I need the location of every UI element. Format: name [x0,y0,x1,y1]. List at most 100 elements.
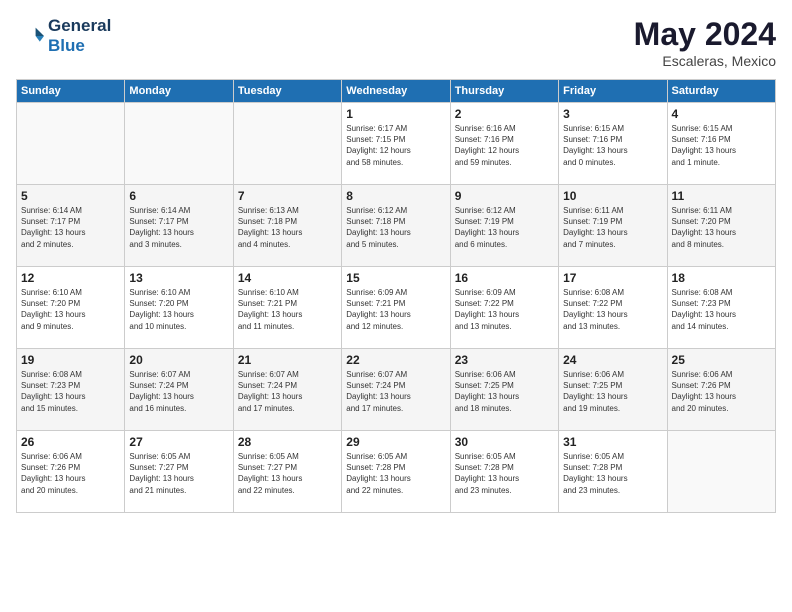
day-number: 8 [346,189,445,203]
calendar-cell: 17Sunrise: 6:08 AM Sunset: 7:22 PM Dayli… [559,267,667,349]
day-info: Sunrise: 6:08 AM Sunset: 7:23 PM Dayligh… [21,369,120,414]
calendar-cell: 27 Sunrise: 6:05 AM Sunset: 7:27 PM Dayli… [125,431,233,513]
calendar-cell [233,103,341,185]
calendar-cell: 13Sunrise: 6:10 AM Sunset: 7:20 PM Dayli… [125,267,233,349]
day-info: Sunrise: 6:11 AM Sunset: 7:20 PM Dayligh… [672,205,771,250]
day-number: 4 [672,107,771,121]
day-info: Sunrise: 6:08 AM Sunset: 7:23 PM Dayligh… [672,287,771,332]
day-info: Sunrise: 6:07 AM Sunset: 7:24 PM Dayligh… [238,369,337,414]
calendar-cell: 28 Sunrise: 6:05 AM Sunset: 7:27 PM Dayli… [233,431,341,513]
calendar-cell: 30Sunrise: 6:05 AM Sunset: 7:28 PM Dayli… [450,431,558,513]
weekday-header-friday: Friday [559,80,667,103]
week-row-3: 12 Sunrise: 6:10 AM Sunset: 7:20 PM Dayli… [17,267,776,349]
day-number: 14 [238,271,337,285]
calendar-cell: 24 Sunrise: 6:06 AM Sunset: 7:25 PM Dayli… [559,349,667,431]
day-info: Sunrise: 6:05 AM Sunset: 7:27 PM Dayligh… [238,451,337,496]
day-info: Sunrise: 6:10 AM Sunset: 7:20 PM Dayligh… [21,287,120,332]
weekday-header-saturday: Saturday [667,80,775,103]
day-number: 18 [672,271,771,285]
day-number: 13 [129,271,228,285]
calendar-cell: 2 Sunrise: 6:16 AM Sunset: 7:16 PM Daylig… [450,103,558,185]
weekday-header-wednesday: Wednesday [342,80,450,103]
calendar-cell: 12 Sunrise: 6:10 AM Sunset: 7:20 PM Dayli… [17,267,125,349]
calendar-cell: 5Sunrise: 6:14 AM Sunset: 7:17 PM Daylig… [17,185,125,267]
calendar-cell: 4 Sunrise: 6:15 AM Sunset: 7:16 PM Daylig… [667,103,775,185]
calendar-cell: 21Sunrise: 6:07 AM Sunset: 7:24 PM Dayli… [233,349,341,431]
logo-text: General Blue [48,16,111,56]
day-info: Sunrise: 6:05 AM Sunset: 7:28 PM Dayligh… [346,451,445,496]
day-number: 24 [563,353,662,367]
day-number: 29 [346,435,445,449]
day-info: Sunrise: 6:06 AM Sunset: 7:25 PM Dayligh… [563,369,662,414]
day-number: 20 [129,353,228,367]
month-title: May 2024 [634,16,776,53]
title-block: May 2024 Escaleras, Mexico [634,16,776,69]
location: Escaleras, Mexico [634,53,776,69]
day-number: 17 [563,271,662,285]
calendar-cell: 31 Sunrise: 6:05 AM Sunset: 7:28 PM Dayli… [559,431,667,513]
calendar-cell: 1Sunrise: 6:17 AM Sunset: 7:15 PM Daylig… [342,103,450,185]
calendar-cell: 9 Sunrise: 6:12 AM Sunset: 7:19 PM Daylig… [450,185,558,267]
week-row-2: 5Sunrise: 6:14 AM Sunset: 7:17 PM Daylig… [17,185,776,267]
day-info: Sunrise: 6:10 AM Sunset: 7:21 PM Dayligh… [238,287,337,332]
calendar-cell: 26Sunrise: 6:06 AM Sunset: 7:26 PM Dayli… [17,431,125,513]
day-info: Sunrise: 6:07 AM Sunset: 7:24 PM Dayligh… [129,369,228,414]
day-info: Sunrise: 6:12 AM Sunset: 7:18 PM Dayligh… [346,205,445,250]
weekday-header-thursday: Thursday [450,80,558,103]
calendar-table: SundayMondayTuesdayWednesdayThursdayFrid… [16,79,776,513]
day-number: 31 [563,435,662,449]
calendar-cell: 16 Sunrise: 6:09 AM Sunset: 7:22 PM Dayli… [450,267,558,349]
day-number: 3 [563,107,662,121]
calendar-cell: 20 Sunrise: 6:07 AM Sunset: 7:24 PM Dayli… [125,349,233,431]
logo-icon [16,22,44,50]
calendar-cell: 15 Sunrise: 6:09 AM Sunset: 7:21 PM Dayli… [342,267,450,349]
day-info: Sunrise: 6:05 AM Sunset: 7:28 PM Dayligh… [455,451,554,496]
day-info: Sunrise: 6:09 AM Sunset: 7:21 PM Dayligh… [346,287,445,332]
weekday-header-tuesday: Tuesday [233,80,341,103]
day-info: Sunrise: 6:06 AM Sunset: 7:26 PM Dayligh… [672,369,771,414]
day-info: Sunrise: 6:16 AM Sunset: 7:16 PM Dayligh… [455,123,554,168]
day-info: Sunrise: 6:14 AM Sunset: 7:17 PM Dayligh… [21,205,120,250]
day-number: 28 [238,435,337,449]
day-info: Sunrise: 6:05 AM Sunset: 7:27 PM Dayligh… [129,451,228,496]
calendar-cell [667,431,775,513]
calendar-cell [17,103,125,185]
calendar-cell: 14 Sunrise: 6:10 AM Sunset: 7:21 PM Dayli… [233,267,341,349]
calendar-cell: 7Sunrise: 6:13 AM Sunset: 7:18 PM Daylig… [233,185,341,267]
day-info: Sunrise: 6:13 AM Sunset: 7:18 PM Dayligh… [238,205,337,250]
day-number: 6 [129,189,228,203]
header: General Blue May 2024 Escaleras, Mexico [16,16,776,69]
day-info: Sunrise: 6:11 AM Sunset: 7:19 PM Dayligh… [563,205,662,250]
week-row-1: 1Sunrise: 6:17 AM Sunset: 7:15 PM Daylig… [17,103,776,185]
calendar-cell: 22Sunrise: 6:07 AM Sunset: 7:24 PM Dayli… [342,349,450,431]
day-number: 26 [21,435,120,449]
weekday-header-row: SundayMondayTuesdayWednesdayThursdayFrid… [17,80,776,103]
day-info: Sunrise: 6:15 AM Sunset: 7:16 PM Dayligh… [563,123,662,168]
day-info: Sunrise: 6:05 AM Sunset: 7:28 PM Dayligh… [563,451,662,496]
calendar-cell: 19Sunrise: 6:08 AM Sunset: 7:23 PM Dayli… [17,349,125,431]
week-row-5: 26Sunrise: 6:06 AM Sunset: 7:26 PM Dayli… [17,431,776,513]
day-number: 11 [672,189,771,203]
day-number: 15 [346,271,445,285]
weekday-header-sunday: Sunday [17,80,125,103]
weekday-header-monday: Monday [125,80,233,103]
day-info: Sunrise: 6:06 AM Sunset: 7:25 PM Dayligh… [455,369,554,414]
week-row-4: 19Sunrise: 6:08 AM Sunset: 7:23 PM Dayli… [17,349,776,431]
day-number: 12 [21,271,120,285]
day-info: Sunrise: 6:15 AM Sunset: 7:16 PM Dayligh… [672,123,771,168]
day-number: 27 [129,435,228,449]
day-number: 10 [563,189,662,203]
calendar-cell: 6 Sunrise: 6:14 AM Sunset: 7:17 PM Daylig… [125,185,233,267]
calendar-cell: 18 Sunrise: 6:08 AM Sunset: 7:23 PM Dayli… [667,267,775,349]
day-info: Sunrise: 6:12 AM Sunset: 7:19 PM Dayligh… [455,205,554,250]
day-number: 23 [455,353,554,367]
day-number: 2 [455,107,554,121]
calendar-cell: 10 Sunrise: 6:11 AM Sunset: 7:19 PM Dayli… [559,185,667,267]
day-info: Sunrise: 6:09 AM Sunset: 7:22 PM Dayligh… [455,287,554,332]
day-info: Sunrise: 6:14 AM Sunset: 7:17 PM Dayligh… [129,205,228,250]
calendar-cell: 8 Sunrise: 6:12 AM Sunset: 7:18 PM Daylig… [342,185,450,267]
day-number: 9 [455,189,554,203]
day-number: 16 [455,271,554,285]
day-info: Sunrise: 6:07 AM Sunset: 7:24 PM Dayligh… [346,369,445,414]
day-number: 1 [346,107,445,121]
